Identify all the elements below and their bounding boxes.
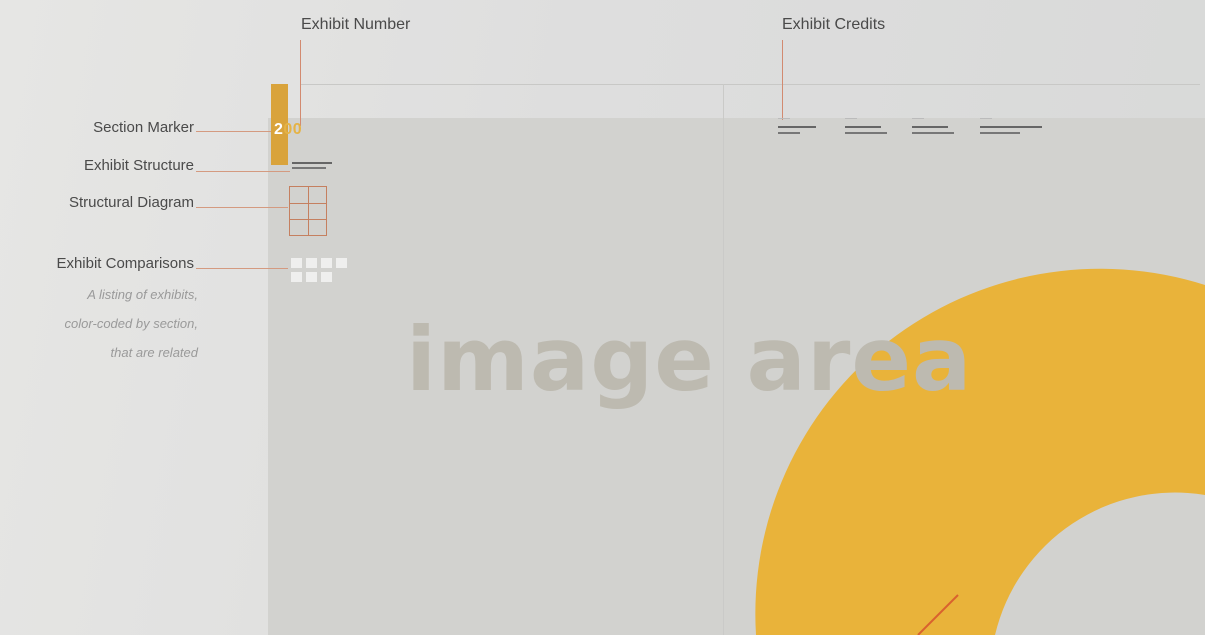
credit-block	[912, 122, 972, 134]
exhibit-structure-leader-line	[196, 171, 290, 172]
section-marker-leader-line	[196, 131, 272, 132]
structural-diagram-callout: Structural Diagram	[68, 194, 194, 211]
diagram-vertical-rule	[308, 187, 309, 235]
exhibit-credits-leader-line	[782, 40, 783, 120]
exhibit-number-callout: Exhibit Number	[301, 16, 411, 33]
credit-block	[778, 122, 838, 134]
exhibit-number-rest: 00	[283, 121, 303, 138]
comparison-chip	[306, 258, 317, 268]
credit-rule	[778, 118, 790, 119]
comparison-chip	[336, 258, 347, 268]
comparison-chip	[321, 272, 332, 282]
comparisons-description-line: color-coded by section,	[64, 316, 198, 331]
exhibit-structure-callout: Exhibit Structure	[83, 157, 194, 174]
credit-block	[980, 122, 1042, 134]
exhibit-comparisons-leader-line	[196, 268, 288, 269]
credit-rule	[980, 118, 992, 119]
comparisons-description-line: that are related	[110, 345, 198, 360]
comparison-chip	[291, 258, 302, 268]
exhibit-credits-callout: Exhibit Credits	[782, 16, 886, 33]
section-marker-callout: Section Marker	[93, 119, 194, 136]
credit-rule	[845, 118, 857, 119]
diagram-horizontal-rule	[290, 218, 326, 220]
exhibit-comparisons-callout: Exhibit Comparisons	[56, 255, 194, 272]
exhibit-structure-text	[292, 160, 336, 169]
comparison-chip	[321, 258, 332, 268]
diagram-horizontal-rule	[290, 202, 326, 204]
comparisons-description-line: A listing of exhibits,	[87, 287, 198, 302]
exhibit-number: 200	[274, 121, 302, 139]
comparison-chip	[306, 272, 317, 282]
exhibit-number-first-digit: 2	[274, 121, 284, 138]
credit-block	[845, 122, 905, 134]
exhibit-comparisons-list	[291, 258, 353, 282]
structural-diagram	[289, 186, 327, 236]
credit-rule	[912, 118, 924, 119]
structural-diagram-leader-line	[196, 207, 288, 208]
exhibit-number-leader-line	[300, 40, 301, 126]
image-area-placeholder: image area	[406, 308, 973, 411]
comparison-chip	[291, 272, 302, 282]
